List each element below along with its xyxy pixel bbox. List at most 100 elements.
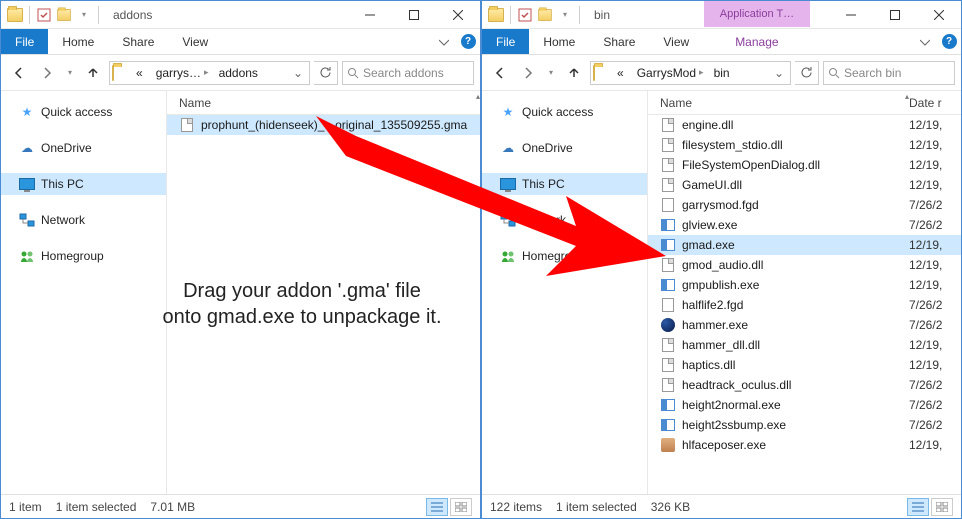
tab-manage[interactable]: Manage bbox=[721, 29, 792, 54]
tab-view[interactable]: View bbox=[168, 29, 222, 54]
help-button[interactable]: ? bbox=[456, 29, 480, 54]
tab-share[interactable]: Share bbox=[108, 29, 168, 54]
crumb-0[interactable]: garrys…▸ bbox=[152, 62, 213, 84]
up-button[interactable] bbox=[81, 61, 105, 85]
column-headers[interactable]: Name ▴ bbox=[167, 91, 480, 115]
column-date[interactable]: Date r bbox=[909, 96, 961, 110]
new-folder-icon[interactable] bbox=[56, 7, 72, 23]
file-row[interactable]: filesystem_stdio.dll12/19, bbox=[648, 135, 961, 155]
status-selected: 1 item selected bbox=[56, 500, 137, 514]
help-button[interactable]: ? bbox=[937, 29, 961, 54]
file-row[interactable]: garrysmod.fgd7/26/2 bbox=[648, 195, 961, 215]
file-row[interactable]: engine.dll12/19, bbox=[648, 115, 961, 135]
sidebar-item-quick-access[interactable]: ★Quick access bbox=[1, 101, 166, 123]
ribbon-expand-icon[interactable] bbox=[432, 29, 456, 54]
search-input[interactable]: Search addons bbox=[342, 61, 474, 85]
file-icon bbox=[660, 117, 676, 133]
back-button[interactable] bbox=[488, 61, 512, 85]
close-button[interactable] bbox=[436, 1, 480, 28]
sidebar-item-network[interactable]: Network bbox=[482, 209, 647, 231]
tab-home[interactable]: Home bbox=[529, 29, 589, 54]
refresh-button[interactable] bbox=[795, 61, 819, 85]
minimize-button[interactable] bbox=[829, 1, 873, 28]
column-name[interactable]: Name bbox=[660, 96, 905, 110]
crumb-prefix[interactable]: « bbox=[613, 62, 631, 84]
address-bar[interactable]: « garrys…▸ addons ⌄ bbox=[109, 61, 310, 85]
view-details-button[interactable] bbox=[907, 498, 929, 516]
crumb-1[interactable]: addons bbox=[215, 62, 262, 84]
properties-icon[interactable] bbox=[517, 7, 533, 23]
qat-dropdown-icon[interactable]: ▾ bbox=[557, 7, 573, 23]
file-row[interactable]: headtrack_oculus.dll7/26/2 bbox=[648, 375, 961, 395]
file-row[interactable]: gmod_audio.dll12/19, bbox=[648, 255, 961, 275]
view-icons-button[interactable] bbox=[450, 498, 472, 516]
explorer-window-bin: ▾ bin Application T… File Home Share Vie… bbox=[481, 0, 962, 519]
back-button[interactable] bbox=[7, 61, 31, 85]
file-row[interactable]: gmad.exe12/19, bbox=[648, 235, 961, 255]
recent-dropdown[interactable]: ▾ bbox=[544, 61, 558, 85]
sidebar-item-onedrive[interactable]: ☁OneDrive bbox=[482, 137, 647, 159]
crumb-1[interactable]: bin bbox=[710, 62, 734, 84]
file-name: gmod_audio.dll bbox=[682, 258, 903, 272]
sidebar-item-onedrive[interactable]: ☁OneDrive bbox=[1, 137, 166, 159]
maximize-button[interactable] bbox=[873, 1, 917, 28]
content-pane: Name ▴ prophunt_(hidenseek)_-_original_1… bbox=[167, 91, 480, 494]
file-row[interactable]: glview.exe7/26/2 bbox=[648, 215, 961, 235]
address-dropdown-icon[interactable]: ⌄ bbox=[289, 66, 307, 80]
tab-share[interactable]: Share bbox=[589, 29, 649, 54]
crumb-0[interactable]: GarrysMod▸ bbox=[633, 62, 708, 84]
sidebar-item-network[interactable]: Network bbox=[1, 209, 166, 231]
contextual-tab-application-tools[interactable]: Application T… bbox=[704, 1, 810, 27]
titlebar[interactable]: ▾ addons bbox=[1, 1, 480, 29]
close-button[interactable] bbox=[917, 1, 961, 28]
sidebar-item-this-pc[interactable]: This PC bbox=[482, 173, 647, 195]
sidebar-item-homegroup[interactable]: Homegroup bbox=[482, 245, 647, 267]
tab-file[interactable]: File bbox=[1, 29, 48, 54]
sidebar-item-this-pc[interactable]: This PC bbox=[1, 173, 166, 195]
ribbon-expand-icon[interactable] bbox=[913, 29, 937, 54]
new-folder-icon[interactable] bbox=[537, 7, 553, 23]
address-bar[interactable]: « GarrysMod▸ bin ⌄ bbox=[590, 61, 791, 85]
view-icons-button[interactable] bbox=[931, 498, 953, 516]
file-icon bbox=[660, 277, 676, 293]
tab-home[interactable]: Home bbox=[48, 29, 108, 54]
file-row[interactable]: haptics.dll12/19, bbox=[648, 355, 961, 375]
sidebar: ★Quick access ☁OneDrive This PC Network … bbox=[1, 91, 167, 494]
tab-file[interactable]: File bbox=[482, 29, 529, 54]
up-button[interactable] bbox=[562, 61, 586, 85]
file-list[interactable]: engine.dll12/19,filesystem_stdio.dll12/1… bbox=[648, 115, 961, 494]
tab-view[interactable]: View bbox=[649, 29, 703, 54]
properties-icon[interactable] bbox=[36, 7, 52, 23]
minimize-button[interactable] bbox=[348, 1, 392, 28]
sidebar-item-homegroup[interactable]: Homegroup bbox=[1, 245, 166, 267]
crumb-prefix[interactable]: « bbox=[132, 62, 150, 84]
titlebar[interactable]: ▾ bin Application T… bbox=[482, 1, 961, 29]
file-row[interactable]: hammer.exe7/26/2 bbox=[648, 315, 961, 335]
column-name[interactable]: Name bbox=[179, 96, 476, 110]
file-row[interactable]: hammer_dll.dll12/19, bbox=[648, 335, 961, 355]
file-row[interactable]: GameUI.dll12/19, bbox=[648, 175, 961, 195]
column-headers[interactable]: Name ▴ Date r bbox=[648, 91, 961, 115]
file-row[interactable]: gmpublish.exe12/19, bbox=[648, 275, 961, 295]
forward-button[interactable] bbox=[516, 61, 540, 85]
file-row[interactable]: halflife2.fgd7/26/2 bbox=[648, 295, 961, 315]
recent-dropdown[interactable]: ▾ bbox=[63, 61, 77, 85]
forward-button[interactable] bbox=[35, 61, 59, 85]
search-input[interactable]: Search bin bbox=[823, 61, 955, 85]
refresh-button[interactable] bbox=[314, 61, 338, 85]
qat-dropdown-icon[interactable]: ▾ bbox=[76, 7, 92, 23]
file-list[interactable]: prophunt_(hidenseek)_-_original_13550925… bbox=[167, 115, 480, 494]
file-date: 12/19, bbox=[909, 158, 961, 172]
file-row[interactable]: hlfaceposer.exe12/19, bbox=[648, 435, 961, 455]
file-date: 12/19, bbox=[909, 118, 961, 132]
file-row[interactable]: height2normal.exe7/26/2 bbox=[648, 395, 961, 415]
file-row[interactable]: FileSystemOpenDialog.dll12/19, bbox=[648, 155, 961, 175]
file-row[interactable]: height2ssbump.exe7/26/2 bbox=[648, 415, 961, 435]
address-dropdown-icon[interactable]: ⌄ bbox=[770, 66, 788, 80]
sidebar-item-quick-access[interactable]: ★Quick access bbox=[482, 101, 647, 123]
star-icon: ★ bbox=[500, 104, 516, 120]
file-icon bbox=[660, 197, 676, 213]
file-row[interactable]: prophunt_(hidenseek)_-_original_13550925… bbox=[167, 115, 480, 135]
maximize-button[interactable] bbox=[392, 1, 436, 28]
view-details-button[interactable] bbox=[426, 498, 448, 516]
